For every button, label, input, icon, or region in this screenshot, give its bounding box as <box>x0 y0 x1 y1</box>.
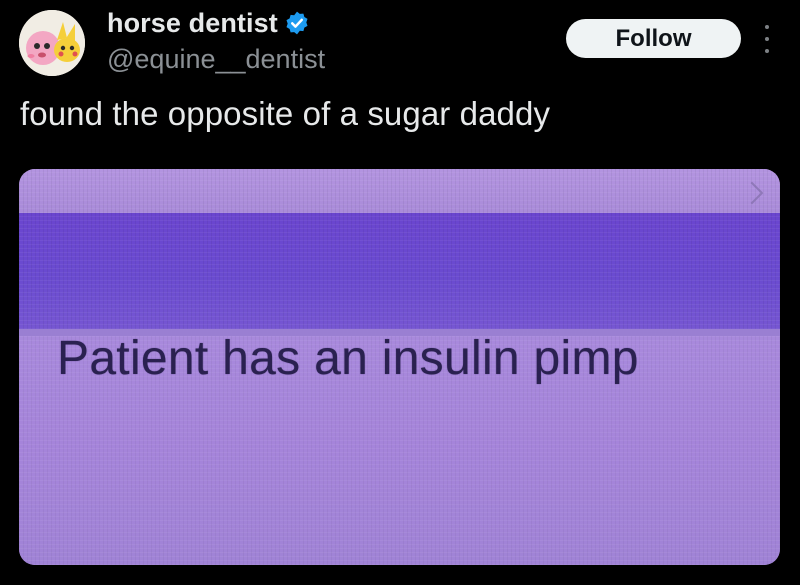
follow-button[interactable]: Follow <box>566 19 741 58</box>
avatar[interactable] <box>19 10 85 76</box>
media-highlight-band <box>19 213 780 329</box>
verified-badge-icon <box>284 10 310 36</box>
display-name[interactable]: horse dentist <box>107 8 278 39</box>
post-text: found the opposite of a sugar daddy <box>20 95 551 132</box>
display-name-row: horse dentist <box>107 6 325 40</box>
avatar-image <box>19 10 85 76</box>
author-handle[interactable]: @equine__dentist <box>107 44 325 75</box>
post-media-image[interactable]: Patient has an insulin pimp <box>19 169 780 565</box>
media-caption-text: Patient has an insulin pimp <box>57 332 639 385</box>
author-names: horse dentist @equine__dentist <box>107 6 325 75</box>
media-top-area <box>19 169 780 213</box>
more-vertical-icon[interactable] <box>760 25 774 53</box>
post-card: horse dentist @equine__dentist Follow fo… <box>0 0 800 585</box>
